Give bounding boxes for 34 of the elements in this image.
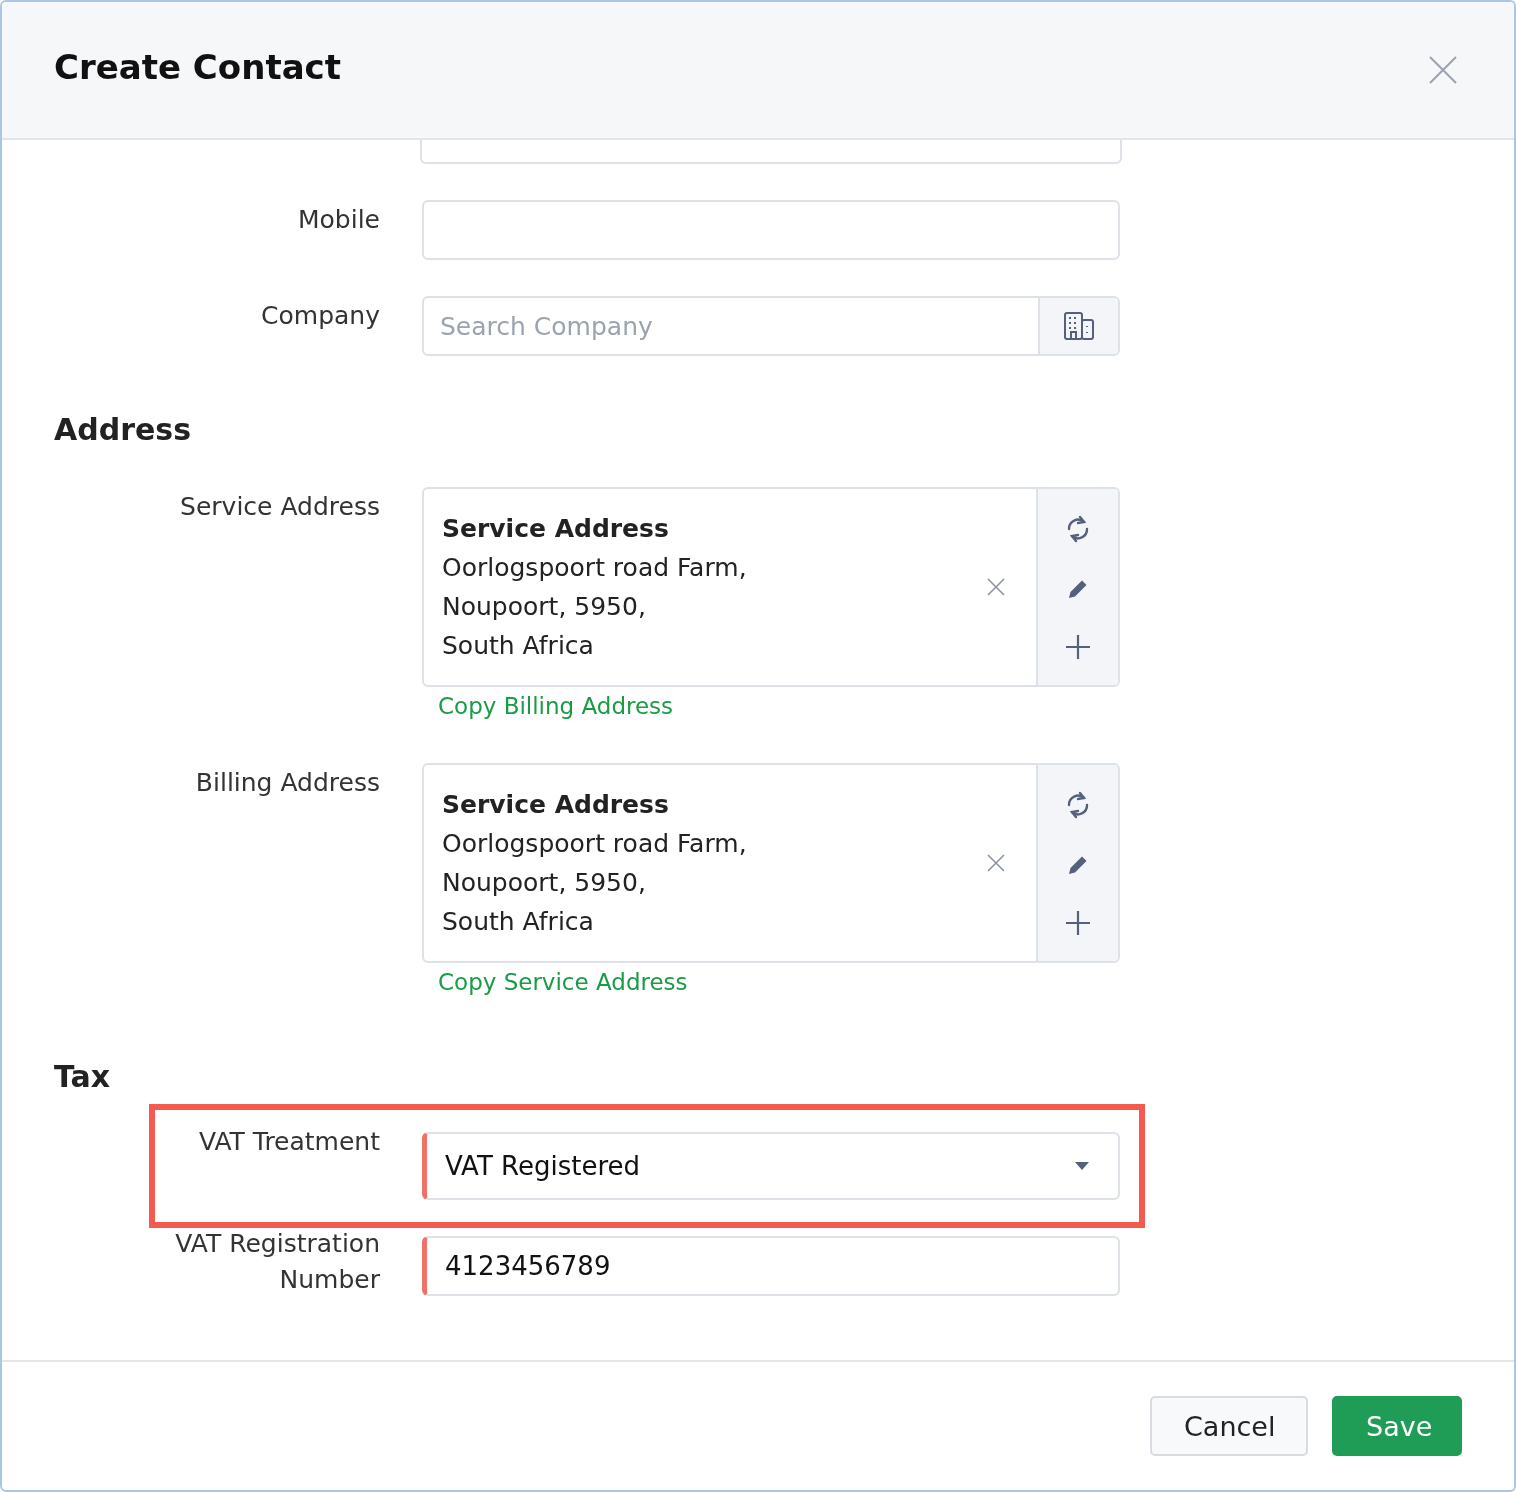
field-label: Service Address [179,491,380,523]
save-button[interactable]: Save [1332,1396,1462,1456]
input-field[interactable]: 4123456789 [422,1236,1120,1296]
address-line: Noupoort, 5950, [442,591,647,623]
building-icon [1063,311,1095,341]
caret-icon [1074,1161,1090,1171]
address-line: South Africa [442,906,595,938]
section-heading: Tax [54,1059,112,1094]
close-icon[interactable] [986,853,1006,873]
close-icon[interactable] [986,577,1006,597]
company-picker-button[interactable] [1038,298,1118,354]
sync-icon[interactable] [1065,789,1091,820]
copy-address-link[interactable]: Copy Service Address [438,969,688,995]
address-line: Oorlogspoort road Farm, [442,552,748,584]
field-label: VAT Treatment [197,1126,380,1158]
dropdown-field[interactable]: VAT Registered [422,1132,1120,1200]
copy-address-link[interactable]: Copy Billing Address [438,693,674,719]
field-label: Mobile [297,204,380,236]
address-line: Oorlogspoort road Farm, [442,828,748,860]
plus-icon[interactable] [1065,634,1091,661]
address-line: Noupoort, 5950, [442,867,647,899]
input-field[interactable] [422,200,1120,260]
section-heading: Address [54,412,193,447]
plus-icon[interactable] [1065,910,1091,937]
address-line: South Africa [442,630,595,662]
input-field[interactable] [420,140,1122,164]
sync-icon[interactable] [1065,513,1091,544]
address-title: Service Address [442,513,670,545]
field-label: Billing Address [194,767,380,799]
field-label: VAT Registration Number [174,1228,380,1296]
field-label: Company [260,300,380,332]
cancel-button[interactable]: Cancel [1150,1396,1308,1456]
dialog-title: Create Contact [54,47,341,87]
address-title: Service Address [442,789,670,821]
